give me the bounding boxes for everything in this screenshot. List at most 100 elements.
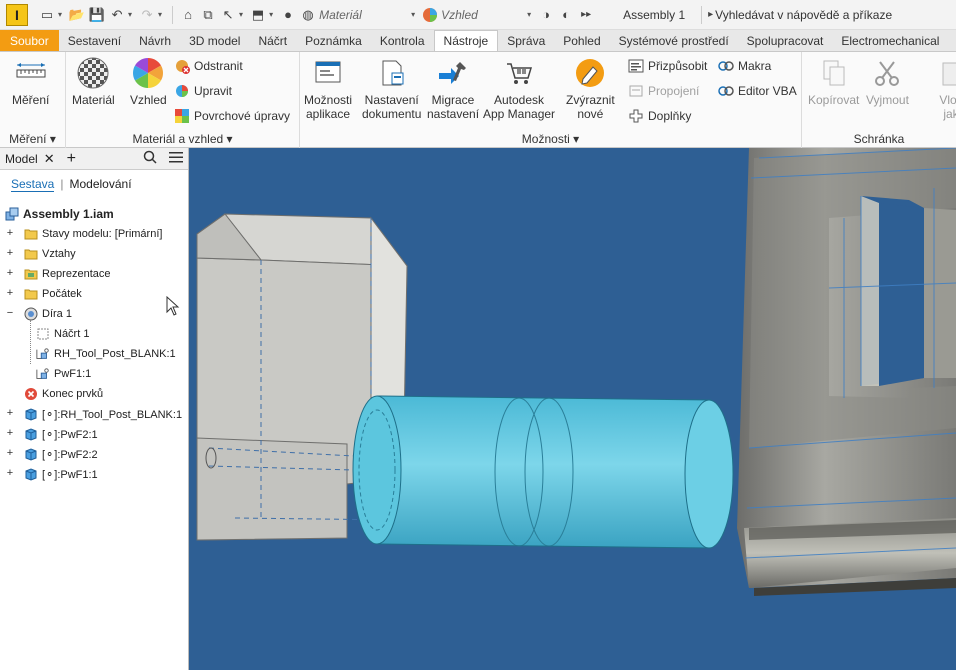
select-dropdown-icon[interactable]: ▾ (239, 10, 243, 19)
options-group-label[interactable]: Možnosti ▾ (300, 132, 801, 146)
redo-dropdown-icon[interactable]: ▾ (158, 10, 162, 19)
ruler-icon (14, 56, 48, 90)
document-settings-button[interactable]: Nastavení dokumentu (362, 56, 421, 121)
tab-5[interactable]: Poznámka (296, 30, 371, 51)
help-search-field[interactable]: Vyhledávat v nápovědě a příkaze (715, 8, 892, 22)
tab-12[interactable]: Electromechanical (832, 30, 948, 51)
tree-expand-toggle[interactable]: + (5, 227, 15, 239)
copy-screen-icon[interactable]: ⧉ (199, 6, 217, 24)
copy-button[interactable]: Kopírovat (808, 56, 859, 107)
edit-appearance-button[interactable]: Upravit (174, 83, 232, 99)
view-assembly-link[interactable]: Sestava (11, 177, 55, 192)
clear-appearance-icon[interactable]: ◐ (557, 6, 575, 24)
material-appearance-group-label[interactable]: Materiál a vzhled ▾ (66, 132, 299, 146)
appearance-button[interactable]: Vzhled (130, 56, 167, 107)
macros-button[interactable]: Makra (718, 58, 771, 74)
tree-expand-toggle[interactable]: + (5, 427, 15, 439)
tab-10[interactable]: Systémové prostředí (610, 30, 738, 51)
tab-6[interactable]: Kontrola (371, 30, 434, 51)
measure-button[interactable]: Měření (12, 56, 49, 107)
tab-1[interactable]: Sestavení (59, 30, 130, 51)
browser-tab-model[interactable]: Model (5, 152, 38, 166)
more-icon[interactable]: ▸▸ (577, 6, 595, 24)
addins-button[interactable]: Doplňky (628, 108, 691, 124)
view-modeling-link[interactable]: Modelování (69, 177, 131, 191)
highlight-new-button[interactable]: Zvýraznit nové (566, 56, 615, 121)
select-icon[interactable]: ↖ (219, 6, 237, 24)
tab-11[interactable]: Spolupracovat (738, 30, 833, 51)
material-combo[interactable]: Materiál (319, 8, 409, 22)
measure-group-label[interactable]: Měření ▾ (0, 132, 65, 146)
tree-node[interactable]: Reprezentace (24, 264, 111, 284)
save-icon[interactable]: 💾 (88, 6, 106, 24)
tree-node[interactable]: Vztahy (24, 244, 76, 264)
tree-node[interactable]: [⚬]:RH_Tool_Post_BLANK:1 (24, 404, 182, 424)
search-icon[interactable] (143, 150, 157, 167)
material-combo-dropdown-icon[interactable]: ▾ (411, 10, 415, 19)
add-tab-icon[interactable]: + (67, 150, 76, 168)
app-manager-button[interactable]: Autodesk App Manager (483, 56, 555, 121)
tree-node[interactable]: Konec prvků (24, 384, 103, 404)
tree-expand-toggle[interactable]: + (5, 467, 15, 479)
color-icon[interactable]: ● (279, 6, 297, 24)
appearance-icon[interactable] (421, 6, 439, 24)
tab-7[interactable]: Nástroje (433, 30, 499, 51)
3d-model-scene[interactable] (189, 148, 956, 670)
tree-node[interactable]: Stavy modelu: [Primární] (24, 224, 162, 244)
tree-node[interactable]: PwF1:1 (36, 364, 91, 384)
tree-node[interactable]: [⚬]:PwF1:1 (24, 464, 98, 484)
open-folder-icon[interactable]: 📂 (68, 6, 86, 24)
remove-appearance-button[interactable]: Odstranit (174, 58, 243, 74)
paste-button[interactable]: Vlož jak (934, 56, 956, 121)
tab-3[interactable]: 3D model (180, 30, 249, 51)
tree-node[interactable]: [⚬]:PwF2:1 (24, 424, 98, 444)
undo-icon[interactable]: ↶ (108, 6, 126, 24)
graphics-viewport[interactable] (189, 148, 956, 670)
tree-expand-toggle[interactable]: + (5, 287, 15, 299)
vba-editor-button[interactable]: Editor VBA (718, 83, 797, 99)
tree-node[interactable]: Díra 1 (24, 304, 72, 324)
tree-expand-toggle[interactable]: + (5, 407, 15, 419)
update-icon[interactable]: ⬒ (249, 6, 267, 24)
tree-node[interactable]: Počátek (24, 284, 82, 304)
home-icon[interactable]: ⌂ (179, 6, 197, 24)
material-button[interactable]: Materiál (72, 56, 115, 107)
migrate-settings-button[interactable]: Migrace nastavení (427, 56, 479, 121)
tree-node[interactable]: Assembly 1.iam (5, 204, 114, 224)
redo-icon[interactable]: ↷ (138, 6, 156, 24)
undo-dropdown-icon[interactable]: ▾ (128, 10, 132, 19)
surface-finish-button[interactable]: Povrchové úpravy (174, 108, 290, 124)
appearance-combo[interactable]: Vzhled (441, 8, 525, 22)
new-dropdown-icon[interactable]: ▾ (58, 10, 62, 19)
tree-expand-toggle[interactable]: + (5, 267, 15, 279)
tab-4[interactable]: Náčrt (249, 30, 296, 51)
inventor-logo[interactable]: I (6, 3, 28, 26)
document-settings-icon (375, 56, 409, 90)
update-dropdown-icon[interactable]: ▾ (269, 10, 273, 19)
tab-2[interactable]: Návrh (130, 30, 180, 51)
tree-node[interactable]: [⚬]:PwF2:2 (24, 444, 98, 464)
tree-expand-toggle[interactable]: − (5, 307, 15, 319)
tool-post-blank[interactable] (737, 148, 956, 596)
adjust-appearance-icon[interactable]: ◑ (537, 6, 555, 24)
tree-node-label: [⚬]:PwF2:1 (42, 428, 98, 441)
cut-button[interactable]: Vyjmout (866, 56, 909, 107)
tree-node-label: RH_Tool_Post_BLANK:1 (54, 348, 176, 360)
tree-expand-toggle[interactable]: + (5, 447, 15, 459)
material-sphere-icon[interactable]: ◍ (299, 6, 317, 24)
appearance-combo-dropdown-icon[interactable]: ▾ (527, 10, 531, 19)
tab-8[interactable]: Správa (498, 30, 554, 51)
cyan-cylinder[interactable] (352, 395, 734, 549)
connections-button[interactable]: Propojení (628, 83, 699, 99)
tree-node[interactable]: RH_Tool_Post_BLANK:1 (36, 344, 176, 364)
close-icon[interactable]: ✕ (44, 151, 55, 167)
separator (172, 5, 174, 24)
new-file-icon[interactable]: ▭ (38, 6, 56, 24)
tree-expand-toggle[interactable]: + (5, 247, 15, 259)
tree-node[interactable]: Náčrt 1 (36, 324, 89, 344)
app-options-button[interactable]: Možnosti aplikace (304, 56, 352, 121)
tab-0[interactable]: Soubor (0, 30, 59, 51)
tab-9[interactable]: Pohled (554, 30, 609, 51)
menu-icon[interactable] (169, 151, 183, 166)
customize-button[interactable]: Přizpůsobit (628, 58, 707, 74)
